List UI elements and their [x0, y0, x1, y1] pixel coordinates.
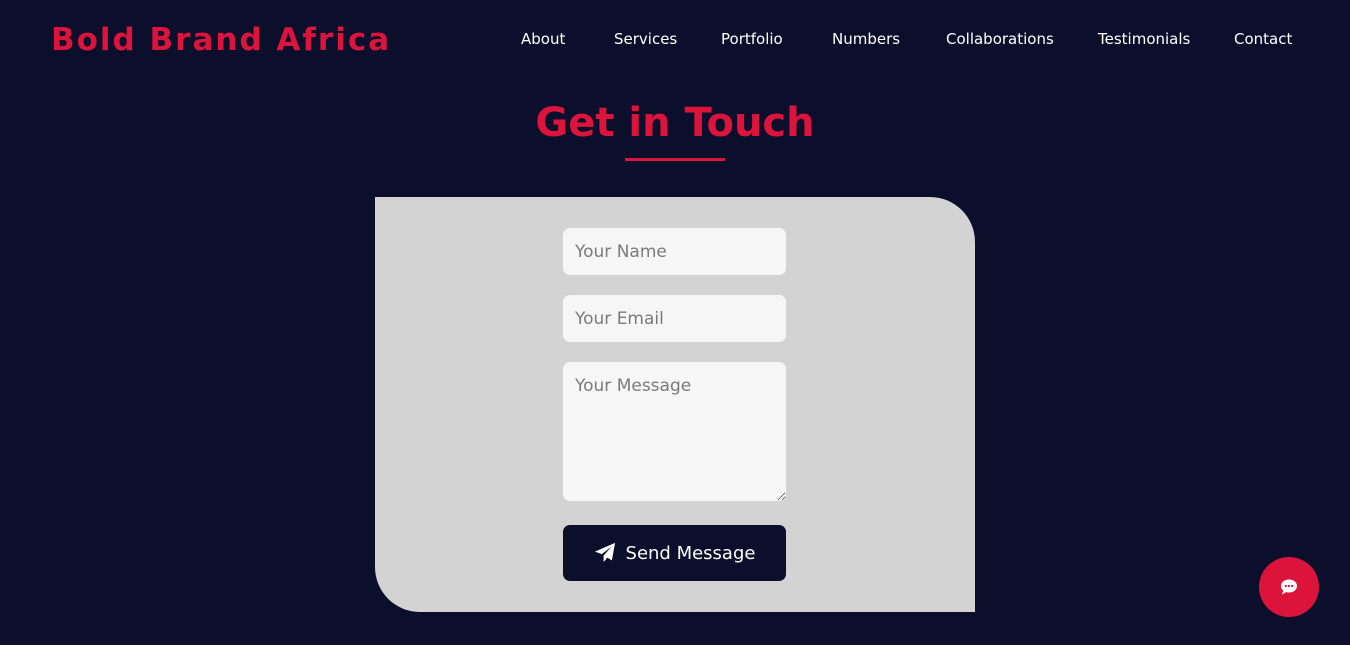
send-message-label: Send Message: [625, 542, 756, 564]
title-underline: [625, 158, 725, 161]
chat-bubble-icon: [1279, 577, 1299, 597]
nav-item-services[interactable]: Services: [614, 28, 677, 50]
email-input[interactable]: [563, 295, 786, 342]
section-title: Get in Touch: [535, 100, 815, 146]
brand-logo[interactable]: Bold Brand Africa: [51, 20, 391, 60]
nav-item-portfolio[interactable]: Portfolio: [721, 28, 783, 50]
nav-item-testimonials[interactable]: Testimonials: [1098, 28, 1190, 50]
name-input[interactable]: [563, 228, 786, 275]
send-message-button[interactable]: Send Message: [563, 525, 786, 581]
nav-item-collaborations[interactable]: Collaborations: [946, 28, 1054, 50]
chat-button[interactable]: [1259, 557, 1319, 617]
nav-item-about[interactable]: About: [521, 28, 565, 50]
paper-plane-icon: [594, 542, 616, 564]
page: Bold Brand Africa About Services Portfol…: [0, 0, 1350, 645]
nav-item-contact[interactable]: Contact: [1234, 28, 1292, 50]
contact-form: Send Message: [375, 197, 975, 612]
nav-item-numbers[interactable]: Numbers: [832, 28, 900, 50]
message-textarea[interactable]: [563, 362, 786, 501]
